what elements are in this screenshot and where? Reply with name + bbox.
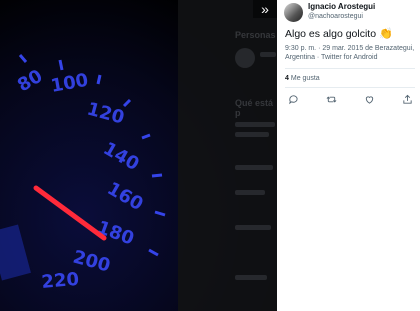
background-timeline: Personas Qué está p xyxy=(178,0,277,311)
tweet-body: Algo es algo golcito xyxy=(285,28,377,40)
likes-summary[interactable]: 4 Me gusta xyxy=(285,75,320,82)
background-heading-1: Personas xyxy=(235,30,276,40)
reply-icon xyxy=(288,94,298,104)
divider xyxy=(285,68,415,69)
background-line xyxy=(235,165,273,170)
background-avatar xyxy=(235,48,255,68)
clapping-hands-icon: 👏 xyxy=(378,28,393,40)
background-line xyxy=(235,225,271,230)
tweet-text: Algo es algo golcito 👏 xyxy=(285,27,393,40)
author-handle[interactable]: @nachoarostegui xyxy=(308,12,375,22)
reply-button[interactable] xyxy=(285,92,301,106)
likes-label: Me gusta xyxy=(290,75,320,82)
svg-text:220: 220 xyxy=(41,269,80,293)
like-button[interactable] xyxy=(361,92,377,106)
background-line xyxy=(235,132,269,137)
background-line xyxy=(235,190,265,195)
background-line xyxy=(235,122,275,127)
chevrons-right-icon: » xyxy=(261,1,269,17)
retweet-icon xyxy=(326,96,336,102)
tweet-author[interactable]: Ignacio Arostegui @nachoarostegui xyxy=(284,2,375,22)
divider xyxy=(285,87,415,88)
share-icon xyxy=(402,94,412,104)
likes-count: 4 xyxy=(285,75,289,82)
media-viewer: 80 100 120 140 160 180 200 220 Personas … xyxy=(0,0,277,311)
background-heading-2: Qué está p xyxy=(235,98,274,118)
author-name[interactable]: Ignacio Arostegui xyxy=(308,2,375,12)
expand-button[interactable]: » xyxy=(253,0,277,18)
like-icon xyxy=(365,95,373,104)
tweet-panel: Ignacio Arostegui @nachoarostegui Algo e… xyxy=(277,0,420,311)
background-line xyxy=(260,52,276,57)
share-button[interactable] xyxy=(399,92,415,106)
retweet-button[interactable] xyxy=(323,92,339,106)
tweet-timestamp[interactable]: 9:30 p. m. · 29 mar. 2015 de Berazategui… xyxy=(285,44,415,62)
background-line xyxy=(235,275,267,280)
tweet-actions xyxy=(285,92,415,106)
avatar[interactable] xyxy=(284,2,303,22)
